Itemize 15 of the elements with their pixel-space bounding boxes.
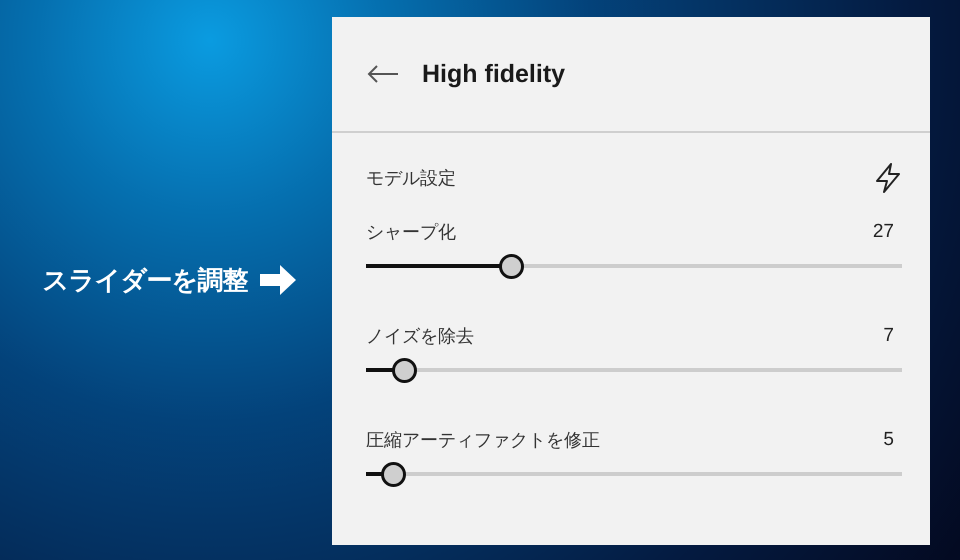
callout-text: スライダーを調整	[42, 264, 248, 298]
slider-label: ノイズを除去	[366, 325, 474, 348]
panel-title: High fidelity	[422, 60, 566, 88]
slider-value: 5	[883, 429, 894, 451]
slider-label: シャープ化	[366, 221, 456, 244]
slider-value: 27	[872, 221, 894, 243]
slider-thumb[interactable]	[392, 358, 417, 383]
slider-thumb[interactable]	[380, 462, 406, 487]
right-arrow-icon	[260, 265, 296, 295]
slider-label: 圧縮アーティファクトを修正	[366, 429, 600, 452]
section-heading: モデル設定	[366, 167, 456, 190]
lightning-icon[interactable]	[874, 162, 902, 194]
slider-value: 7	[883, 325, 894, 347]
slider-thumb[interactable]	[498, 254, 524, 279]
back-arrow-icon[interactable]	[366, 64, 400, 84]
